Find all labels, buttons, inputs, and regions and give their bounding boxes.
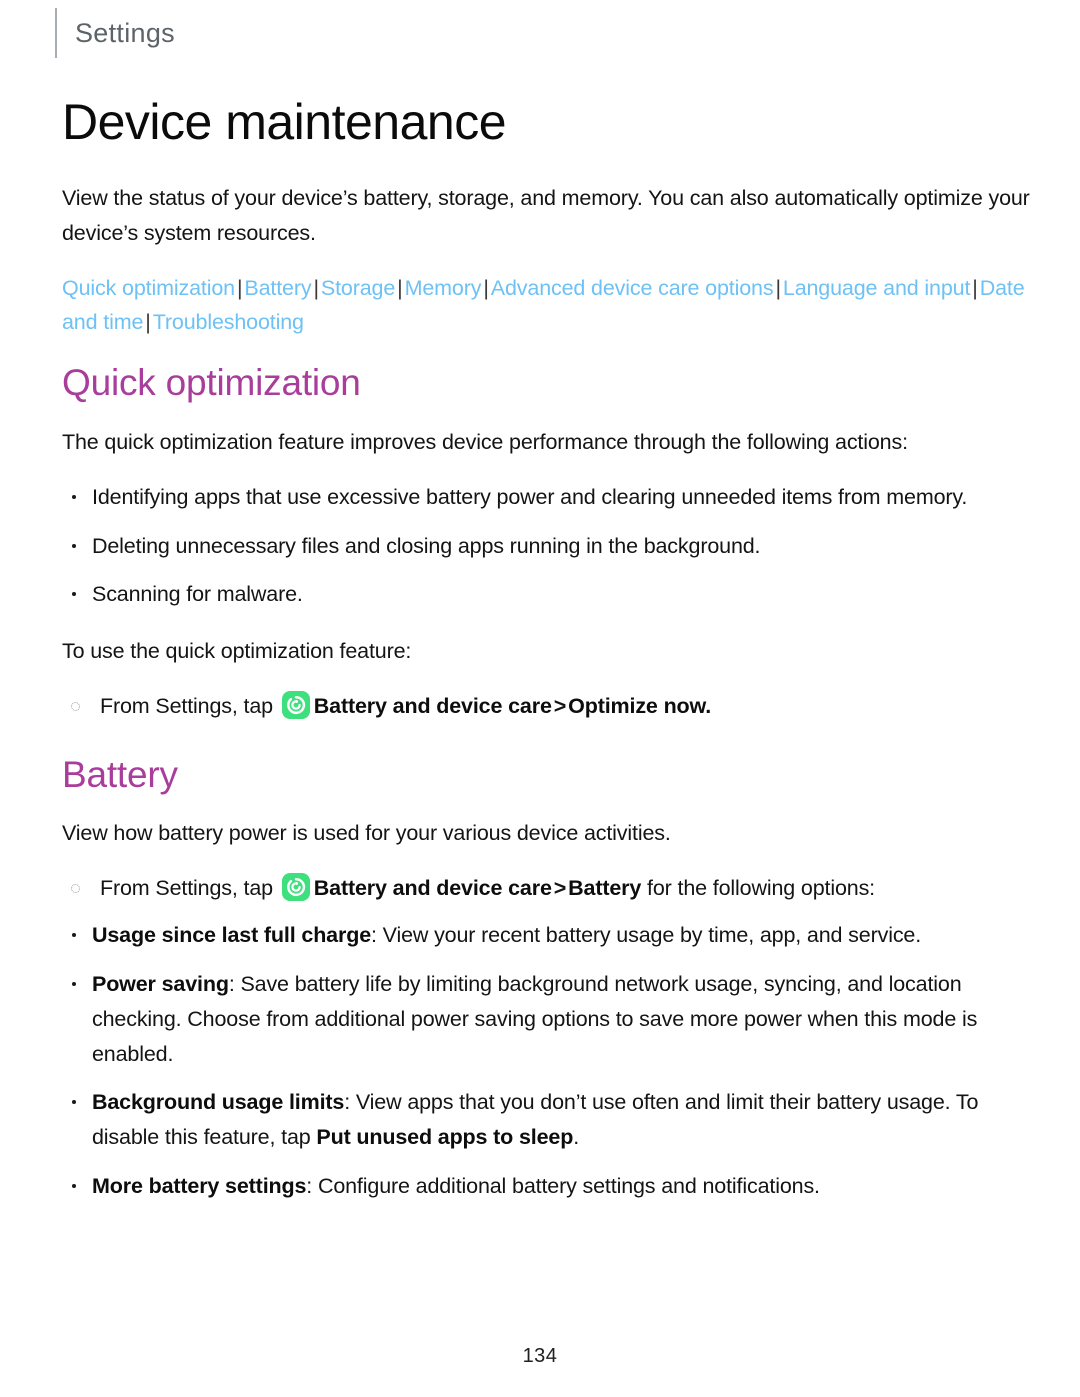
step-bold-path: Battery and device care xyxy=(313,876,552,901)
link-separator: | xyxy=(236,275,243,300)
section-link-memory[interactable]: Memory xyxy=(405,276,482,300)
document-page: Settings Device maintenance View the sta… xyxy=(0,0,1080,1397)
list-item: From Settings, tap Battery and device ca… xyxy=(62,871,1030,906)
section-heading-battery: Battery xyxy=(62,753,178,795)
page-number: 134 xyxy=(522,1345,558,1367)
quick-optimization-steps: From Settings, tap Battery and device ca… xyxy=(62,689,1030,724)
list-item: More battery settings: Configure additio… xyxy=(62,1169,1030,1204)
chevron-right-icon: > xyxy=(553,876,567,901)
list-item: Background usage limits: View apps that … xyxy=(62,1085,1030,1155)
option-term: Power saving xyxy=(92,971,229,996)
option-description: : View your recent battery usage by time… xyxy=(371,923,922,948)
quick-optimization-bullet-list: Identifying apps that use excessive batt… xyxy=(62,480,1030,612)
link-separator: | xyxy=(313,275,319,300)
option-description: : Configure additional battery settings … xyxy=(306,1174,820,1198)
step-prefix-text: From Settings, tap xyxy=(100,876,273,901)
header-divider-rule xyxy=(55,8,57,58)
section-link-troubleshooting[interactable]: Troubleshooting xyxy=(153,310,304,334)
section-link-advanced-device-care-options[interactable]: Advanced device care options xyxy=(491,276,774,300)
list-item: Power saving: Save battery life by limit… xyxy=(62,967,1030,1071)
list-item: From Settings, tap Battery and device ca… xyxy=(62,689,1030,724)
option-term: Background usage limits xyxy=(92,1090,345,1115)
option-description-bold: Put unused apps to sleep xyxy=(316,1125,574,1150)
link-separator: | xyxy=(397,275,403,300)
battery-steps: From Settings, tap Battery and device ca… xyxy=(62,871,1030,906)
link-separator: | xyxy=(775,275,781,300)
step-suffix-text: for the following options: xyxy=(647,876,875,901)
chevron-right-icon: > xyxy=(553,694,567,718)
option-term: Usage since last full charge xyxy=(92,923,371,948)
section-link-storage[interactable]: Storage xyxy=(321,276,395,300)
step-prefix-text: From Settings, tap xyxy=(100,694,273,718)
step-bold-target: Optimize now. xyxy=(568,694,712,718)
battery-and-device-care-icon xyxy=(281,873,310,902)
section-links-bar: Quick optimization|Battery|Storage|Memor… xyxy=(62,271,1030,341)
section-link-language-and-input[interactable]: Language and input xyxy=(783,276,971,300)
link-separator: | xyxy=(972,275,978,300)
running-header-title: Settings xyxy=(75,18,175,48)
step-bold-path: Battery and device care xyxy=(313,694,552,718)
battery-options-list: Usage since last full charge: View your … xyxy=(62,918,1030,1204)
link-separator: | xyxy=(483,275,489,300)
battery-intro: View how battery power is used for your … xyxy=(62,821,671,846)
quick-optimization-step-lead: To use the quick optimization feature: xyxy=(62,639,412,664)
section-link-quick-optimization[interactable]: Quick optimization xyxy=(62,276,235,300)
list-item: Identifying apps that use excessive batt… xyxy=(62,480,1030,515)
page-intro-paragraph: View the status of your device’s battery… xyxy=(62,186,1030,245)
section-heading-quick-optimization: Quick optimization xyxy=(62,362,361,404)
section-link-battery[interactable]: Battery xyxy=(244,276,311,300)
battery-and-device-care-icon xyxy=(281,691,310,719)
option-term: More battery settings xyxy=(92,1174,307,1198)
quick-optimization-intro: The quick optimization feature improves … xyxy=(62,429,908,454)
page-content: Device maintenance View the status of yo… xyxy=(62,95,1030,1222)
list-item: Scanning for malware. xyxy=(62,577,1030,612)
list-item: Deleting unnecessary files and closing a… xyxy=(62,529,1030,564)
step-bold-target: Battery xyxy=(568,876,642,901)
option-description-after: . xyxy=(573,1125,580,1150)
link-separator: | xyxy=(145,310,151,335)
page-title: Device maintenance xyxy=(62,94,507,150)
list-item: Usage since last full charge: View your … xyxy=(62,918,1030,953)
running-header: Settings xyxy=(55,8,175,58)
